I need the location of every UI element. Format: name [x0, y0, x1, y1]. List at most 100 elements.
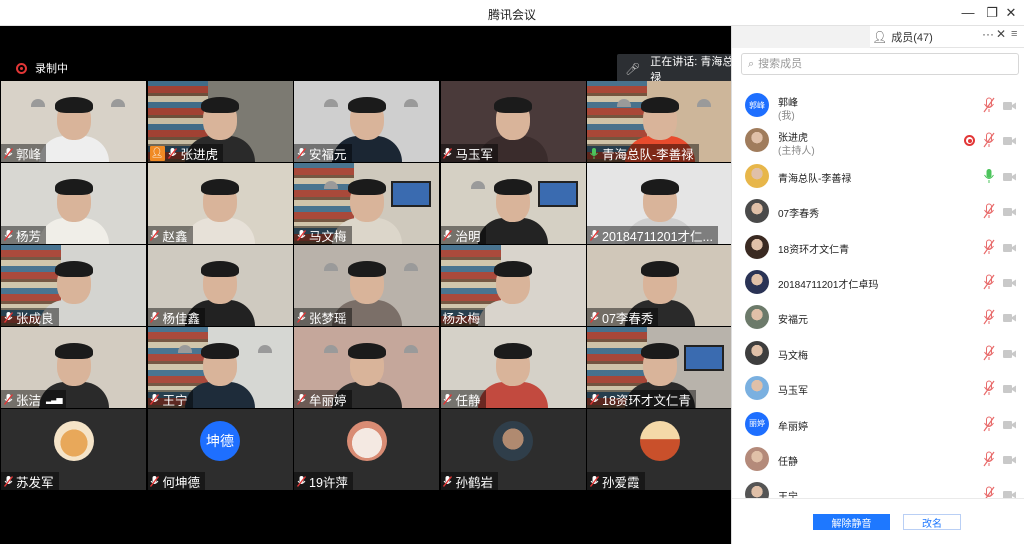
camera-icon[interactable] — [1003, 454, 1016, 464]
camera-icon[interactable] — [1003, 277, 1016, 287]
video-tile[interactable]: 孙爱霞 — [587, 409, 732, 490]
camera-icon[interactable] — [1003, 348, 1016, 358]
member-search[interactable]: ⌕ — [741, 53, 1019, 75]
video-tile[interactable]: 牟丽婷 — [294, 327, 439, 408]
mic-muted-icon[interactable] — [983, 97, 995, 113]
camera-icon[interactable] — [1003, 489, 1016, 498]
camera-icon[interactable] — [1003, 242, 1016, 252]
camera-icon[interactable] — [1003, 312, 1016, 323]
video-tile[interactable]: 孙鹤岩 — [440, 409, 586, 490]
member-row[interactable]: 07李春秀 — [732, 194, 1024, 228]
avatar — [745, 270, 769, 294]
mic-muted-icon[interactable] — [983, 345, 995, 361]
video-tile[interactable]: 张成良 — [1, 245, 146, 326]
member-row[interactable]: 20184711201才仁卓玛 — [732, 265, 1024, 299]
ceiling-lamp — [404, 263, 418, 271]
participant-name: 王宁 — [162, 393, 188, 408]
mic-muted-icon — [443, 229, 453, 241]
video-tile[interactable]: 郭峰 — [1, 81, 146, 162]
video-tile[interactable]: 青海总队-李善禄 — [587, 81, 732, 162]
mic-muted-icon[interactable] — [983, 309, 995, 325]
camera-icon[interactable] — [1003, 383, 1016, 394]
member-list: 郭峰 郭峰 (我) 张进虎 (主持人) 青海总队-李善禄 07李春秀 18资环才文仁青 2018… — [732, 88, 1024, 498]
video-tile[interactable]: 王宁 — [147, 327, 293, 408]
member-row[interactable]: 18资环才文仁青 — [732, 230, 1024, 264]
video-tile[interactable]: 杨芳 — [1, 163, 146, 244]
mic-muted-icon[interactable] — [983, 132, 995, 148]
video-tile[interactable]: 07李春秀 — [587, 245, 732, 326]
video-tile[interactable]: 👤︎ 张进虎 — [147, 81, 293, 162]
video-tile[interactable]: 赵鑫 — [147, 163, 293, 244]
video-tile[interactable]: 安福元 — [294, 81, 439, 162]
video-tile[interactable]: 杨佳鑫 — [147, 245, 293, 326]
video-tile[interactable]: 19许萍 — [294, 409, 439, 490]
member-row[interactable]: 王宁 — [732, 477, 1024, 498]
avatar — [745, 234, 769, 259]
menu-icon[interactable]: ≡ — [1011, 28, 1017, 40]
member-name: 马玉军 — [778, 386, 808, 398]
member-row[interactable]: 任静 — [732, 442, 1024, 476]
camera-icon[interactable] — [1003, 135, 1016, 146]
member-row[interactable]: 张进虎 (主持人) — [732, 123, 1024, 157]
mic-muted-icon[interactable] — [983, 239, 995, 255]
camera-icon[interactable] — [1003, 206, 1016, 217]
close-icon[interactable]: ✕ — [996, 27, 1006, 41]
mic-muted-icon — [296, 147, 306, 159]
camera-icon[interactable] — [1003, 419, 1016, 429]
video-tile[interactable]: 杨永梅 — [440, 245, 586, 326]
ceiling-lamp — [404, 345, 418, 353]
mic-muted-icon — [150, 393, 160, 405]
mic-icon — [589, 147, 599, 159]
video-tile[interactable]: 20184711201才仁... — [587, 163, 732, 244]
avatar — [745, 447, 769, 471]
video-tile[interactable]: 任静 — [440, 327, 586, 408]
participant-nameplate: 👤︎ 张进虎 — [147, 144, 224, 162]
video-tile[interactable]: 治明 — [440, 163, 586, 244]
video-tile[interactable]: 张梦瑶 — [294, 245, 439, 326]
video-tile[interactable]: 苏发军 — [1, 409, 146, 490]
mic-icon[interactable] — [983, 168, 995, 184]
camera-icon[interactable] — [1003, 100, 1016, 110]
video-tile[interactable]: 张洁 ▂▃▅ — [1, 327, 146, 408]
member-row[interactable]: 安福元 — [732, 300, 1024, 334]
participant-nameplate: 赵鑫 — [147, 226, 193, 244]
minimize-icon[interactable]: — — [957, 3, 979, 23]
mic-muted-icon[interactable] — [983, 274, 995, 290]
more-icon[interactable]: ··· — [982, 27, 994, 41]
mic-muted-icon[interactable] — [983, 203, 995, 219]
participant-name: 20184711201才仁... — [602, 229, 713, 244]
mic-muted-icon — [589, 311, 599, 323]
participant-nameplate: 青海总队-李善禄 — [587, 144, 699, 162]
mic-muted-icon — [3, 147, 13, 159]
mic-muted-icon — [443, 393, 453, 405]
mic-muted-icon[interactable] — [983, 486, 995, 498]
mic-muted-icon — [150, 229, 160, 241]
video-tile[interactable]: 坤德 何坤德 — [147, 409, 293, 490]
video-tile[interactable]: 18资环才文仁青 — [587, 327, 732, 408]
member-row[interactable]: 丽婷 牟丽婷 — [732, 407, 1024, 441]
search-input[interactable] — [758, 58, 989, 70]
camera-icon[interactable] — [1003, 171, 1016, 181]
video-tile[interactable]: 马文梅 — [294, 163, 439, 244]
video-grid: 郭峰 👤︎ 张进虎 安福元 马玉军 青海总队-李善禄杨芳 赵鑫 马文梅 治明 2018471120… — [1, 81, 732, 490]
member-row[interactable]: 马文梅 — [732, 336, 1024, 370]
mic-muted-icon[interactable] — [983, 380, 995, 396]
member-row[interactable]: 郭峰 郭峰 (我) — [732, 88, 1024, 122]
tab-chat[interactable] — [732, 26, 870, 48]
mic-muted-icon[interactable] — [983, 451, 995, 467]
close-icon[interactable]: ✕ — [1000, 3, 1022, 23]
unmute-all-button[interactable]: 解除静音 — [813, 514, 890, 530]
mic-muted-icon: 🎤︎ — [625, 62, 641, 76]
tab-members[interactable]: 👤︎ 成员(47) — [872, 26, 933, 48]
video-tile[interactable]: 马玉军 — [440, 81, 586, 162]
participant-name: 马玉军 — [455, 147, 494, 162]
mic-muted-icon — [3, 229, 13, 241]
participant-nameplate: 安福元 — [294, 144, 352, 162]
participant-figure — [38, 179, 109, 244]
member-row[interactable]: 青海总队-李善禄 — [732, 159, 1024, 193]
rename-button[interactable]: 改名 — [903, 514, 961, 530]
participant-name: 赵鑫 — [162, 229, 188, 244]
member-row[interactable]: 马玉军 — [732, 371, 1024, 405]
mic-muted-icon[interactable] — [983, 416, 995, 432]
participant-figure — [478, 179, 548, 244]
